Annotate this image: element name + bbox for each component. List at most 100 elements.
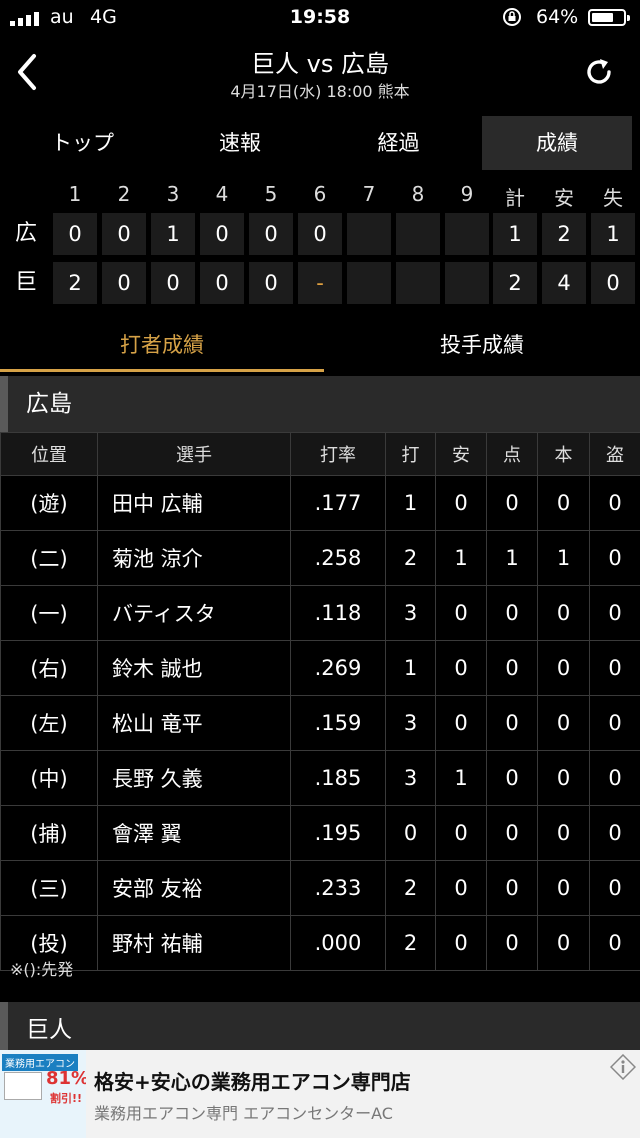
- cell-home-runs: 1: [537, 530, 590, 586]
- tab-updates[interactable]: 速報: [165, 116, 315, 170]
- cell-rbi: 0: [486, 585, 538, 641]
- ad-title[interactable]: 格安+安心の業務用エアコン専門店: [94, 1066, 411, 1095]
- inning-score: [396, 262, 440, 304]
- scoreboard-column-header: 3: [166, 182, 180, 206]
- scoreboard-column-header: 計: [505, 186, 525, 210]
- cell-rbi: 1: [486, 530, 538, 586]
- cell-hits: 0: [435, 915, 487, 971]
- cell-at-bats: 2: [385, 915, 436, 971]
- game-info: 4月17日(水) 18:00 熊本: [230, 82, 410, 101]
- total-score: 2: [493, 262, 537, 304]
- col-average: 打率: [290, 432, 386, 476]
- inning-score: 2: [53, 262, 97, 304]
- inning-score: 0: [200, 262, 244, 304]
- cell-home-runs: 0: [537, 915, 590, 971]
- rotation-lock-icon: [503, 8, 521, 26]
- cell-player-name[interactable]: 野村 祐輔: [97, 915, 291, 971]
- cell-player-name[interactable]: 菊池 涼介: [97, 530, 291, 586]
- total-score: 2: [542, 213, 586, 255]
- table-row: (左) 松山 竜平 .159 3 0 0 0 0: [0, 695, 640, 751]
- tab-results[interactable]: 成績: [482, 116, 632, 170]
- inning-score: 0: [249, 262, 293, 304]
- cell-rbi: 0: [486, 750, 538, 806]
- cell-average: .000: [290, 915, 386, 971]
- cell-hits: 0: [435, 860, 487, 916]
- cell-steals: 0: [589, 585, 640, 641]
- cell-player-name[interactable]: 會澤 翼: [97, 805, 291, 861]
- cell-average: .233: [290, 860, 386, 916]
- cell-hits: 1: [435, 750, 487, 806]
- cell-home-runs: 0: [537, 860, 590, 916]
- table-row: (三) 安部 友裕 .233 2 0 0 0 0: [0, 860, 640, 916]
- cell-player-name[interactable]: 長野 久義: [97, 750, 291, 806]
- scoreboard-column-header: 2: [117, 182, 131, 206]
- tab-progress[interactable]: 経過: [315, 116, 482, 170]
- scoreboard-column-header: 5: [264, 182, 278, 206]
- cell-position: (左): [0, 695, 98, 751]
- cell-at-bats: 1: [385, 640, 436, 696]
- col-hits: 安: [435, 432, 487, 476]
- inning-score: 0: [53, 213, 97, 255]
- footnote: ※():先発: [10, 960, 74, 979]
- air-conditioner-icon: [4, 1072, 42, 1100]
- scoreboard-team-name: 巨: [14, 270, 37, 295]
- cell-player-name[interactable]: 松山 竜平: [97, 695, 291, 751]
- cell-hits: 0: [435, 805, 487, 861]
- cell-position: (遊): [0, 475, 98, 531]
- batting-table: 位置 選手 打率 打 安 点 本 盗 (遊) 田中 広輔 .177 1 0 0 0 0 (二) 菊…: [0, 432, 640, 971]
- cell-player-name[interactable]: 鈴木 誠也: [97, 640, 291, 696]
- ad-subtitle: 業務用エアコン専門 エアコンセンターAC: [94, 1104, 393, 1123]
- cell-position: (中): [0, 750, 98, 806]
- cell-rbi: 0: [486, 805, 538, 861]
- cell-hits: 0: [435, 475, 487, 531]
- scoreboard-column-header: 6: [313, 182, 327, 206]
- table-row: (二) 菊池 涼介 .258 2 1 1 1 0: [0, 530, 640, 586]
- cell-at-bats: 2: [385, 530, 436, 586]
- inning-score: 0: [200, 213, 244, 255]
- cell-player-name[interactable]: 安部 友裕: [97, 860, 291, 916]
- cell-steals: 0: [589, 475, 640, 531]
- tab-batting[interactable]: 打者成績: [0, 318, 324, 372]
- table-row: (捕) 會澤 翼 .195 0 0 0 0 0: [0, 805, 640, 861]
- cell-at-bats: 0: [385, 805, 436, 861]
- inning-score: 0: [102, 262, 146, 304]
- table-header-row: 位置 選手 打率 打 安 点 本 盗: [0, 432, 640, 476]
- refresh-icon[interactable]: [582, 55, 616, 89]
- inning-score: [396, 213, 440, 255]
- ad-image[interactable]: 業務用エアコン 81% 割引!!: [0, 1050, 86, 1138]
- ad-info-icon[interactable]: [610, 1054, 636, 1080]
- table-row: (遊) 田中 広輔 .177 1 0 0 0 0: [0, 475, 640, 531]
- col-steals: 盗: [589, 432, 640, 476]
- inning-score: [347, 262, 391, 304]
- table-row: (投) 野村 祐輔 .000 2 0 0 0 0: [0, 915, 640, 971]
- cell-player-name[interactable]: 田中 広輔: [97, 475, 291, 531]
- tab-pitching[interactable]: 投手成績: [324, 318, 640, 372]
- cell-player-name[interactable]: バティスタ: [97, 585, 291, 641]
- scoreboard-column-header: 4: [215, 182, 229, 206]
- cell-steals: 0: [589, 915, 640, 971]
- cell-at-bats: 3: [385, 695, 436, 751]
- cell-steals: 0: [589, 860, 640, 916]
- inning-score: 0: [102, 213, 146, 255]
- cell-position: (捕): [0, 805, 98, 861]
- cell-home-runs: 0: [537, 695, 590, 751]
- cell-average: .177: [290, 475, 386, 531]
- cell-steals: 0: [589, 750, 640, 806]
- inning-score: [445, 262, 489, 304]
- main-tabs: トップ 速報 経過 成績: [0, 116, 640, 170]
- cell-hits: 0: [435, 640, 487, 696]
- scoreboard-column-header: 1: [68, 182, 82, 206]
- col-at-bats: 打: [385, 432, 436, 476]
- cell-home-runs: 0: [537, 750, 590, 806]
- cell-home-runs: 0: [537, 640, 590, 696]
- cell-home-runs: 0: [537, 475, 590, 531]
- col-position: 位置: [0, 432, 98, 476]
- battery-icon: [588, 9, 630, 26]
- ad-banner[interactable]: 業務用エアコン 81% 割引!! 格安+安心の業務用エアコン専門店 業務用エアコ…: [0, 1050, 640, 1138]
- total-score: 0: [591, 262, 635, 304]
- status-bar: au 4G 19:58 64%: [0, 0, 640, 36]
- scoreboard-column-header: 安: [554, 186, 574, 210]
- cell-steals: 0: [589, 805, 640, 861]
- cell-average: .159: [290, 695, 386, 751]
- tab-top[interactable]: トップ: [0, 116, 165, 170]
